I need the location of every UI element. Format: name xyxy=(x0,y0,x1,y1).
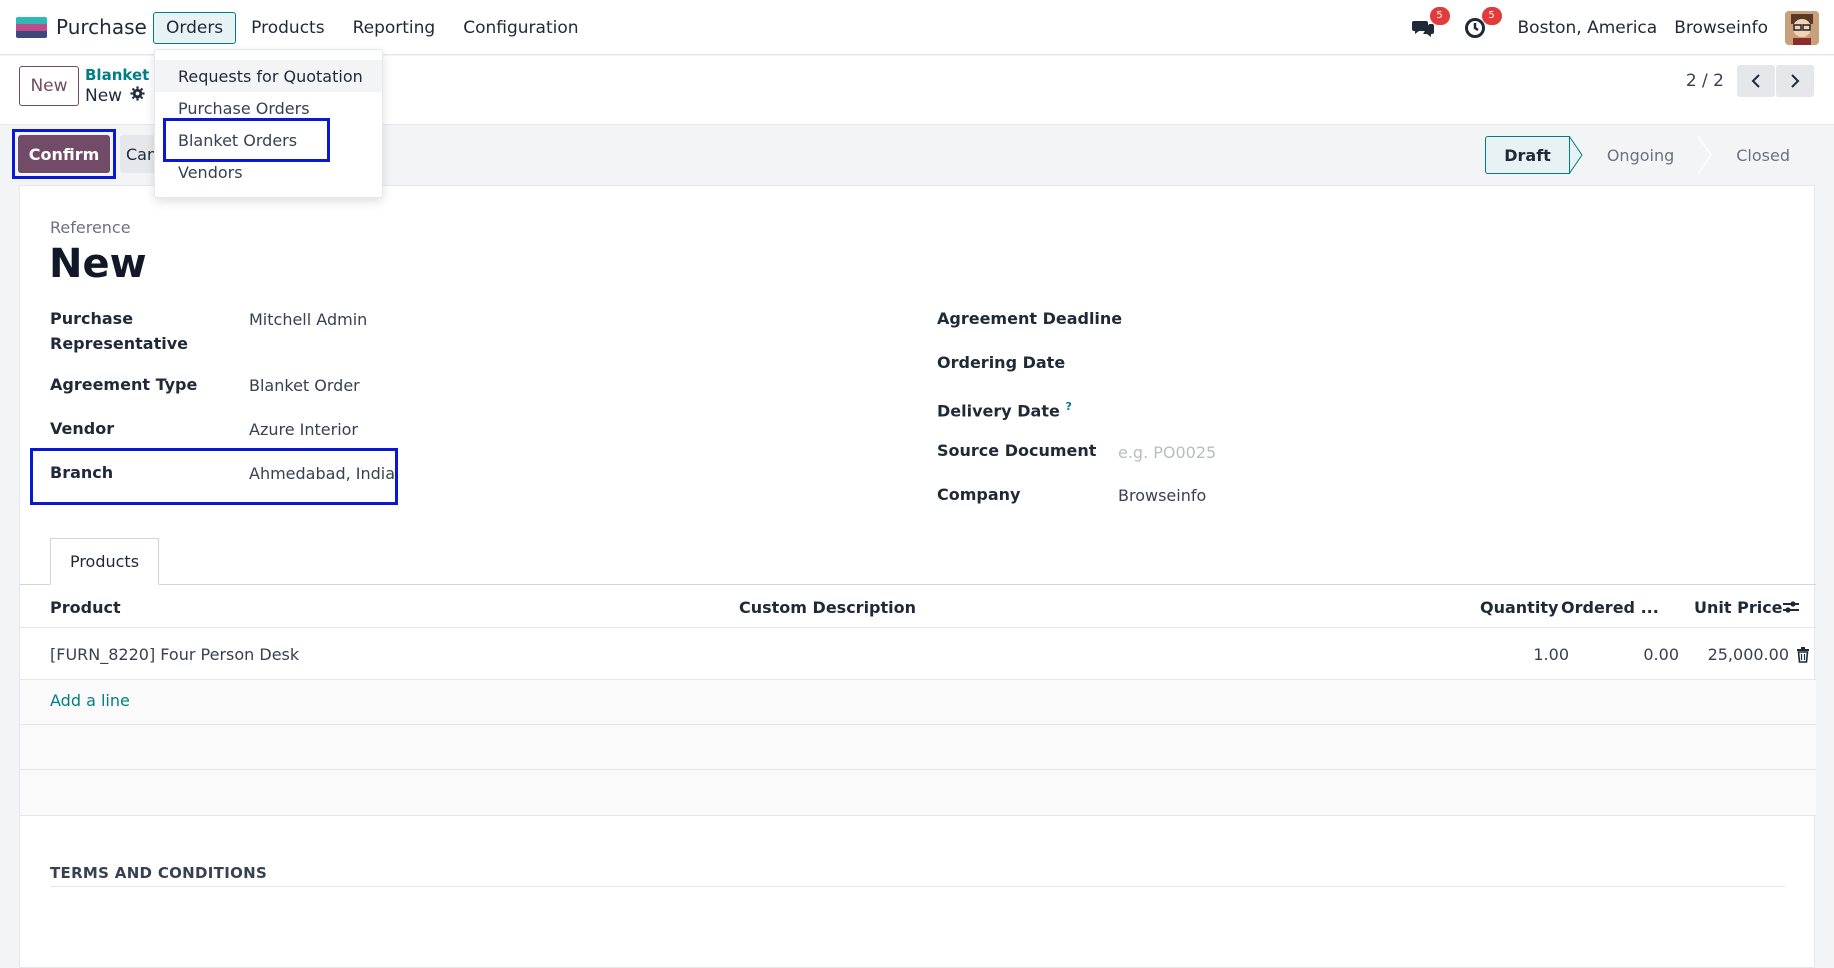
vendor-label: Vendor xyxy=(50,419,115,438)
trash-icon[interactable] xyxy=(1796,647,1810,667)
reference-label: Reference xyxy=(50,218,131,237)
activities-badge: 5 xyxy=(1481,6,1502,25)
column-header-unit-price[interactable]: Unit Price xyxy=(1694,598,1783,617)
cell-ordered: 0.00 xyxy=(1643,645,1679,664)
stage-closed[interactable]: Closed xyxy=(1712,136,1814,174)
column-header-quantity[interactable]: Quantity xyxy=(1480,598,1558,617)
ordering-date-field[interactable] xyxy=(1118,351,1618,376)
new-button[interactable]: New xyxy=(19,66,79,106)
agreement-type-field[interactable]: Blanket Order xyxy=(249,373,360,398)
pager-value[interactable]: 2 / 2 xyxy=(1686,71,1724,91)
cell-unit-price[interactable]: 25,000.00 xyxy=(1692,645,1789,664)
stage-arrow-icon xyxy=(1698,136,1713,174)
main-menu: Orders Products Reporting Configuration xyxy=(153,12,594,44)
menu-configuration[interactable]: Configuration xyxy=(450,12,591,44)
agreement-type-label: Agreement Type xyxy=(50,375,198,394)
confirm-highlight-box xyxy=(12,129,116,179)
add-line-row xyxy=(20,680,1816,725)
column-header-custom-description[interactable]: Custom Description xyxy=(739,598,916,617)
column-header-product[interactable]: Product xyxy=(50,598,121,617)
activities-clock-icon[interactable]: 5 xyxy=(1462,6,1502,41)
purchase-app-icon[interactable] xyxy=(16,17,47,38)
menu-item-requests-for-quotation[interactable]: Requests for Quotation xyxy=(155,60,382,92)
chevron-left-icon xyxy=(1751,74,1760,88)
stage-ongoing[interactable]: Ongoing xyxy=(1582,136,1699,174)
user-avatar[interactable] xyxy=(1785,10,1819,45)
empty-row xyxy=(20,770,1816,815)
navbar-systray: 5 5 Boston, America Browseinfo xyxy=(1410,0,1834,55)
delivery-date-field[interactable] xyxy=(1118,395,1618,420)
branch-highlight-box xyxy=(30,448,398,505)
cell-quantity[interactable]: 1.00 xyxy=(1515,645,1569,664)
terms-and-conditions-title: TERMS AND CONDITIONS xyxy=(50,864,268,882)
column-header-ordered[interactable]: Ordered ... xyxy=(1561,598,1659,617)
cell-product[interactable]: [FURN_8220] Four Person Desk xyxy=(50,645,299,664)
app-name[interactable]: Purchase xyxy=(56,15,147,39)
company-switcher[interactable]: Browseinfo xyxy=(1674,18,1768,38)
pager: 2 / 2 xyxy=(1686,65,1814,97)
stage-draft[interactable]: Draft xyxy=(1485,136,1570,174)
delivery-date-label: Delivery Date ? xyxy=(937,394,1072,423)
status-bar: Draft Ongoing Closed xyxy=(1485,136,1814,174)
purchase-representative-field[interactable]: Mitchell Admin xyxy=(249,307,367,332)
ordering-date-label: Ordering Date xyxy=(937,353,1066,372)
vendor-field[interactable]: Azure Interior xyxy=(249,417,358,442)
menu-reporting[interactable]: Reporting xyxy=(340,12,449,44)
form-sheet: Reference New Purchase Representative Mi… xyxy=(19,185,1816,968)
branch-switcher[interactable]: Boston, America xyxy=(1518,18,1658,38)
agreement-deadline-label: Agreement Deadline xyxy=(937,309,1123,328)
tab-divider xyxy=(20,584,1816,585)
source-document-field[interactable]: e.g. PO0025 xyxy=(1118,440,1216,465)
source-document-label: Source Document xyxy=(937,441,1097,460)
record-title: New xyxy=(85,86,145,106)
menu-orders[interactable]: Orders xyxy=(153,12,237,44)
empty-row xyxy=(20,725,1816,770)
pager-next-button[interactable] xyxy=(1776,65,1814,97)
tab-products[interactable]: Products xyxy=(50,538,159,585)
messages-icon[interactable]: 5 xyxy=(1410,6,1450,41)
chevron-right-icon xyxy=(1791,74,1800,88)
add-a-line-link[interactable]: Add a line xyxy=(50,691,130,710)
messages-badge: 5 xyxy=(1429,6,1450,25)
company-field[interactable]: Browseinfo xyxy=(1118,483,1206,508)
pager-previous-button[interactable] xyxy=(1737,65,1775,97)
company-label: Company xyxy=(937,485,1021,504)
stage-arrow-icon xyxy=(1568,136,1583,174)
gear-icon[interactable] xyxy=(130,86,145,106)
row-divider xyxy=(20,815,1816,816)
delivery-date-help-icon[interactable]: ? xyxy=(1065,400,1071,413)
record-name: New xyxy=(85,86,123,106)
menu-products[interactable]: Products xyxy=(238,12,337,44)
top-navbar: Purchase Orders Products Reporting Confi… xyxy=(0,0,1834,55)
terms-divider xyxy=(50,886,1785,887)
blanket-orders-highlight-box xyxy=(163,118,330,162)
reference-value: New xyxy=(49,241,147,287)
optional-columns-sliders-icon[interactable] xyxy=(1782,599,1800,619)
delivery-date-label-text: Delivery Date xyxy=(937,401,1060,421)
purchase-representative-label: Purchase Representative xyxy=(50,309,188,353)
table-header-divider xyxy=(20,627,1816,628)
agreement-deadline-field[interactable] xyxy=(1118,307,1618,332)
